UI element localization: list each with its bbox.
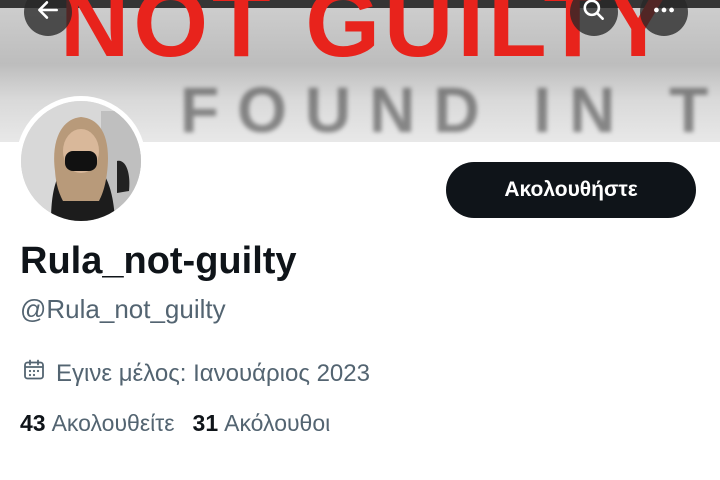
following-label: Ακολουθείτε (51, 410, 175, 436)
joined-date: Εγινε μέλος: Ιανουάριος 2023 (22, 358, 370, 389)
user-handle: @Rula_not_guilty (20, 294, 226, 324)
more-horizontal-icon (651, 0, 677, 28)
following-link[interactable]: 43 Ακολουθείτε (20, 410, 175, 437)
avatar-photo (21, 101, 141, 221)
following-count: 43 (20, 410, 46, 436)
followers-count: 31 (192, 410, 219, 436)
avatar[interactable] (16, 96, 146, 226)
joined-text: Εγινε μέλος: Ιανουάριος 2023 (56, 359, 370, 387)
followers-label: Ακόλουθοι (224, 410, 331, 436)
calendar-icon (22, 358, 56, 389)
display-name: Rula_not-guilty (20, 240, 297, 282)
search-icon (581, 0, 607, 28)
arrow-left-icon (35, 0, 61, 28)
followers-link[interactable]: 31 Ακόλουθοι (193, 410, 331, 437)
follow-button[interactable]: Ακολουθήστε (446, 162, 696, 218)
follow-stats: 43 Ακολουθείτε 31 Ακόλουθοι (20, 410, 348, 437)
